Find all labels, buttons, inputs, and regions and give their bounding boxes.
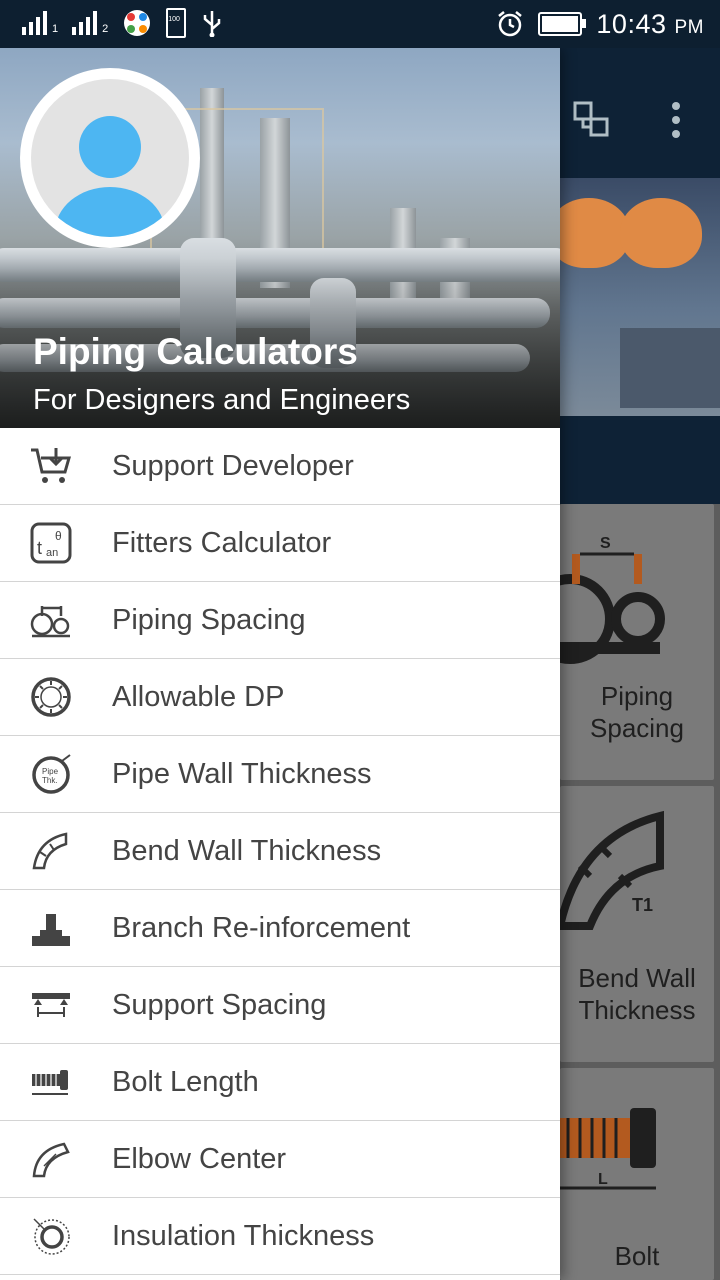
menu-item-bend-wall-thickness[interactable]: Bend Wall Thickness [0, 813, 560, 890]
menu-item-branch-reinforcement[interactable]: Branch Re-inforcement [0, 890, 560, 967]
menu-item-label: Piping Spacing [112, 603, 306, 636]
menu-item-label: Pipe Wall Thickness [112, 757, 372, 790]
switch-view-icon[interactable] [572, 100, 612, 140]
svg-text:T1: T1 [632, 895, 653, 915]
insulation-icon [28, 1213, 74, 1259]
svg-text:S: S [600, 535, 611, 552]
svg-text:Pipe: Pipe [42, 767, 59, 776]
drawer-header: Piping Calculators For Designers and Eng… [0, 48, 560, 428]
menu-item-label: Support Spacing [112, 988, 327, 1021]
navigation-drawer: Piping Calculators For Designers and Eng… [0, 48, 560, 1280]
support-spacing-icon [28, 982, 74, 1028]
drawer-title: Piping Calculators [33, 331, 358, 372]
app-notification-icon [124, 10, 151, 36]
status-bar: 1 2 100 10:43 PM [0, 0, 720, 48]
menu-item-label: Elbow Center [112, 1142, 287, 1175]
menu-item-insulation-thickness[interactable]: Insulation Thickness [0, 1198, 560, 1275]
svg-text:t: t [37, 538, 42, 558]
drawer-menu: Support Developer t an θ Fitters Calculato… [0, 428, 560, 1275]
menu-item-label: Fitters Calculator [112, 526, 332, 559]
menu-item-support-spacing[interactable]: Support Spacing [0, 967, 560, 1044]
gauge-icon [28, 674, 74, 720]
card-piping-spacing[interactable]: S Piping Spacing [560, 504, 714, 780]
svg-text:an: an [46, 547, 58, 559]
menu-item-elbow-center[interactable]: Elbow Center [0, 1121, 560, 1198]
pipe-spacing-icon: S [560, 535, 665, 664]
menu-item-label: Bolt Length [112, 1065, 259, 1098]
svg-text:L: L [598, 1171, 608, 1188]
alarm-icon [498, 11, 523, 37]
menu-item-support-developer[interactable]: Support Developer [0, 428, 560, 505]
profile-avatar[interactable] [20, 68, 200, 248]
branch-icon [28, 905, 74, 951]
bird-illustration-right [620, 198, 702, 268]
bolt-icon [28, 1059, 74, 1105]
battery-icon [538, 12, 587, 36]
cart-download-icon [28, 443, 74, 489]
menu-item-label: Insulation Thickness [112, 1219, 375, 1252]
tan-theta-icon: t an θ [28, 520, 74, 566]
menu-item-fitters-calculator[interactable]: t an θ Fitters Calculator [0, 505, 560, 582]
menu-item-pipe-wall-thickness[interactable]: Pipe Thk. Pipe Wall Thickness [0, 736, 560, 813]
menu-item-piping-spacing[interactable]: Piping Spacing [0, 582, 560, 659]
card-bend-wall-thickness[interactable]: T1 Bend Wall Thickness [560, 786, 714, 1062]
usb-icon [204, 11, 221, 37]
clock: 10:43 PM [596, 8, 704, 39]
bolt-icon: L [560, 1108, 656, 1190]
menu-item-bolt-length[interactable]: Bolt Length [0, 1044, 560, 1121]
card-label: Bend Wall Thickness [578, 963, 696, 1025]
overflow-menu-icon[interactable] [664, 100, 688, 140]
card-label: Bolt [614, 1241, 660, 1271]
menu-item-label: Bend Wall Thickness [112, 834, 382, 867]
bend-icon [28, 828, 74, 874]
pipe-thickness-icon: Pipe Thk. [28, 751, 74, 797]
svg-text:Thk.: Thk. [42, 776, 58, 785]
bend-icon: T1 [560, 810, 664, 930]
elbow-icon [28, 1136, 74, 1182]
banner-building [620, 328, 720, 408]
menu-item-allowable-dp[interactable]: Allowable DP [0, 659, 560, 736]
card-label: Piping Spacing [590, 681, 684, 743]
bird-illustration-left [548, 198, 630, 268]
menu-item-label: Support Developer [112, 449, 354, 482]
signal-sim1-icon: 1 [22, 11, 58, 35]
pipe-spacing-icon [28, 597, 74, 643]
menu-item-label: Branch Re-inforcement [112, 911, 411, 944]
card-bolt-length[interactable]: L Bolt [560, 1068, 714, 1280]
menu-item-label: Allowable DP [112, 680, 285, 713]
avatar-icon [31, 79, 189, 237]
battery-full-notification-icon: 100 [166, 8, 187, 38]
signal-sim2-icon: 2 [72, 11, 108, 35]
svg-text:θ: θ [55, 529, 62, 543]
drawer-subtitle: For Designers and Engineers [33, 384, 411, 416]
